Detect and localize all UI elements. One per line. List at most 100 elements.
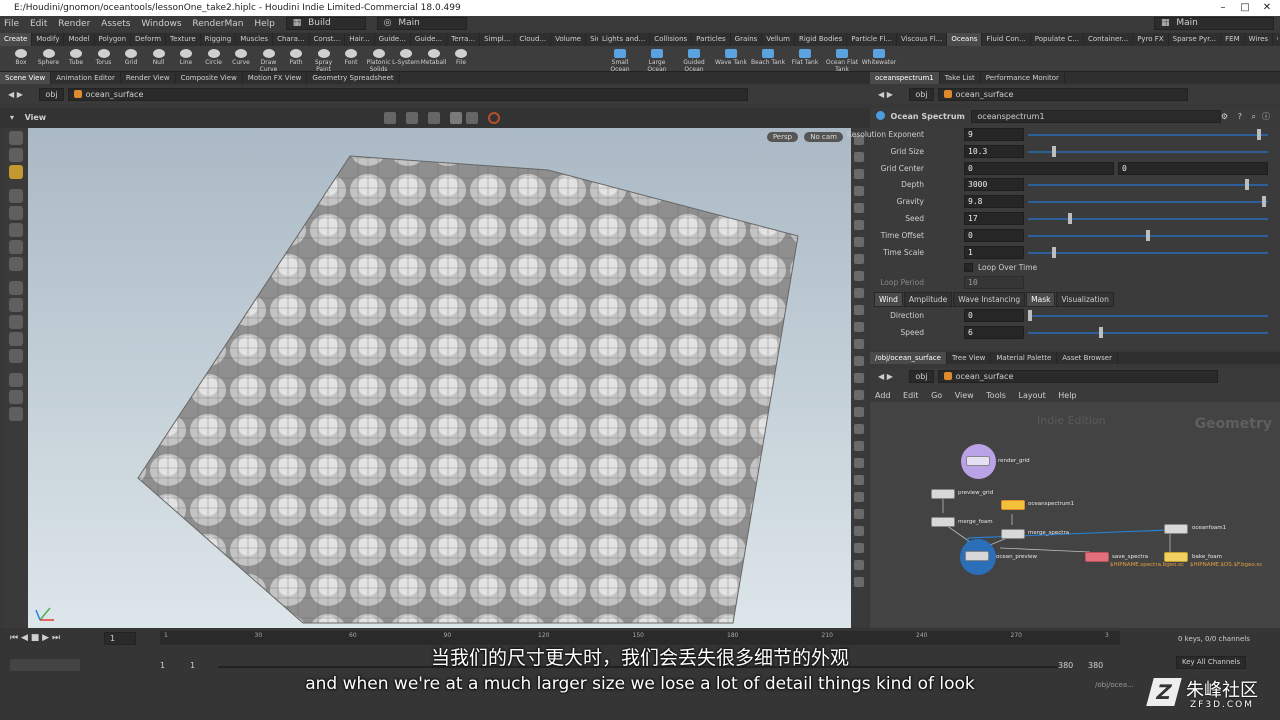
pane-tab[interactable]: oceanspectrum1 bbox=[870, 72, 940, 84]
menu-assets[interactable]: Assets bbox=[101, 19, 130, 29]
select-mode-icon[interactable] bbox=[384, 112, 396, 124]
shelf-tab[interactable]: Deform bbox=[131, 33, 167, 46]
tool-icon[interactable] bbox=[9, 298, 23, 312]
shelf-tool-small-ocean[interactable]: Small Ocean bbox=[602, 46, 638, 73]
display-option-icon[interactable] bbox=[853, 254, 864, 264]
shelf-tab[interactable]: Oceans bbox=[947, 33, 983, 46]
shelf-tab[interactable]: Terra... bbox=[447, 33, 481, 46]
shelf-tool-tube[interactable]: Tube bbox=[61, 46, 91, 66]
display-option-icon[interactable] bbox=[853, 186, 864, 196]
shelf-tool-wave-tank[interactable]: Wave Tank bbox=[713, 46, 749, 66]
display-option-icon[interactable] bbox=[853, 577, 864, 587]
pane-tab[interactable]: Tree View bbox=[947, 352, 992, 364]
shelf-tab[interactable]: Muscles bbox=[236, 33, 274, 46]
pane-tab[interactable]: Asset Browser bbox=[1057, 352, 1118, 364]
network-editor[interactable]: Indie Edition Geometry render_grid previ… bbox=[870, 402, 1280, 628]
shelf-tab[interactable]: Grains bbox=[731, 33, 763, 46]
param-field-2[interactable]: 0 bbox=[1118, 161, 1268, 175]
pane-tab[interactable]: Geometry Spreadsheet bbox=[307, 72, 400, 84]
display-option-icon[interactable] bbox=[853, 339, 864, 349]
slider-knob[interactable] bbox=[1028, 310, 1032, 321]
shelf-tab[interactable]: Polygon bbox=[95, 33, 132, 46]
gear-icon[interactable]: ⚙ bbox=[1221, 108, 1228, 125]
path-obj[interactable]: obj bbox=[909, 370, 934, 383]
shelf-tab[interactable]: Simpl... bbox=[480, 33, 516, 46]
shelf-tab[interactable]: Chara... bbox=[273, 33, 310, 46]
main-select[interactable]: ◎ Main bbox=[376, 17, 467, 30]
shelf-tab[interactable]: FEM bbox=[1221, 33, 1245, 46]
back-icon[interactable]: ◀ bbox=[878, 90, 884, 99]
tool-icon[interactable] bbox=[9, 189, 23, 203]
shelf-tool-draw-curve[interactable]: Draw Curve bbox=[254, 46, 284, 73]
display-option-icon[interactable] bbox=[853, 220, 864, 230]
display-option-icon[interactable] bbox=[853, 373, 864, 383]
forward-icon[interactable]: ▶ bbox=[17, 90, 23, 99]
shelf-tab[interactable]: Fluid Con... bbox=[982, 33, 1031, 46]
display-option-icon[interactable] bbox=[853, 407, 864, 417]
display-option-icon[interactable] bbox=[853, 169, 864, 179]
skip-end-icon[interactable]: ⏭ bbox=[52, 633, 60, 643]
menu-windows[interactable]: Windows bbox=[141, 19, 181, 29]
shelf-tool-ocean-flat-tank[interactable]: Ocean Flat Tank bbox=[824, 46, 860, 73]
net-menu-layout[interactable]: Layout bbox=[1019, 391, 1046, 400]
shelf-tool-torus[interactable]: Torus bbox=[89, 46, 119, 66]
pane-tab[interactable]: Material Palette bbox=[991, 352, 1058, 364]
loop-over-time-checkbox[interactable] bbox=[964, 263, 973, 272]
forward-icon[interactable]: ▶ bbox=[887, 90, 893, 99]
param-slider[interactable] bbox=[1028, 315, 1268, 317]
display-option-icon[interactable] bbox=[853, 492, 864, 502]
shelf-tab[interactable]: Modify bbox=[32, 33, 65, 46]
persp-button[interactable]: Persp bbox=[766, 132, 799, 142]
param-subtab[interactable]: Wave Instancing bbox=[953, 292, 1026, 307]
tool-icon[interactable] bbox=[9, 315, 23, 329]
display-option-icon[interactable] bbox=[853, 424, 864, 434]
tool-icon[interactable] bbox=[9, 257, 23, 271]
shelf-tab[interactable]: Hair... bbox=[345, 33, 375, 46]
display-option-icon[interactable] bbox=[853, 543, 864, 553]
shelf-tool-path[interactable]: Path bbox=[281, 46, 311, 66]
shelf-tool-l-system[interactable]: L-System bbox=[391, 46, 421, 66]
pane-tab[interactable]: Composite View bbox=[176, 72, 243, 84]
display-option-icon[interactable] bbox=[853, 237, 864, 247]
view-menu-icon[interactable]: ▾ bbox=[10, 113, 14, 122]
shelf-tool-grid[interactable]: Grid bbox=[116, 46, 146, 66]
back-icon[interactable]: ◀ bbox=[8, 90, 14, 99]
display-option-icon[interactable] bbox=[853, 475, 864, 485]
shelf-tab[interactable]: Particles bbox=[692, 33, 731, 46]
display-option-icon[interactable] bbox=[853, 458, 864, 468]
param-field[interactable]: 9.8 bbox=[964, 195, 1024, 209]
pane-tab[interactable]: /obj/ocean_surface bbox=[870, 352, 947, 364]
display-option-icon[interactable] bbox=[853, 305, 864, 315]
skip-start-icon[interactable]: ⏮ bbox=[10, 633, 18, 643]
param-subtab[interactable]: Mask bbox=[1026, 292, 1056, 307]
main-select-right[interactable]: ▦ Main bbox=[1154, 17, 1274, 30]
shelf-tab[interactable]: Container... bbox=[1084, 33, 1134, 46]
param-subtab[interactable]: Visualization bbox=[1056, 292, 1114, 307]
path-obj[interactable]: obj bbox=[909, 88, 934, 101]
shelf-tool-file[interactable]: File bbox=[446, 46, 476, 66]
maximize-button[interactable]: □ bbox=[1234, 0, 1256, 16]
tool-icon[interactable] bbox=[9, 240, 23, 254]
shelf-tool-metaball[interactable]: Metaball bbox=[419, 46, 449, 66]
display-option-icon[interactable] bbox=[853, 441, 864, 451]
menu-renderman[interactable]: RenderMan bbox=[192, 19, 243, 29]
shelf-tab[interactable]: Guide... bbox=[411, 33, 448, 46]
slider-knob[interactable] bbox=[1051, 246, 1056, 258]
display-option-icon[interactable] bbox=[853, 271, 864, 281]
param-slider[interactable] bbox=[1028, 201, 1268, 204]
shelf-tab[interactable]: Lights and... bbox=[598, 33, 651, 46]
merge-foam-node[interactable] bbox=[931, 517, 955, 527]
slider-knob[interactable] bbox=[1256, 129, 1261, 140]
slider-knob[interactable] bbox=[1051, 145, 1056, 157]
menu-help[interactable]: Help bbox=[254, 19, 275, 29]
param-field[interactable]: 0 bbox=[964, 309, 1024, 322]
param-slider[interactable] bbox=[1028, 184, 1268, 187]
net-menu-go[interactable]: Go bbox=[931, 391, 942, 400]
display-option-icon[interactable] bbox=[853, 152, 864, 162]
shelf-tab[interactable]: Sparse Pyr... bbox=[1169, 33, 1222, 46]
shelf-tool-curve[interactable]: Curve bbox=[226, 46, 256, 66]
slider-knob[interactable] bbox=[1245, 179, 1250, 191]
menu-file[interactable]: File bbox=[4, 19, 19, 29]
shelf-tab[interactable]: Volume bbox=[551, 33, 587, 46]
shelf-tab[interactable]: Cloud... bbox=[515, 33, 552, 46]
